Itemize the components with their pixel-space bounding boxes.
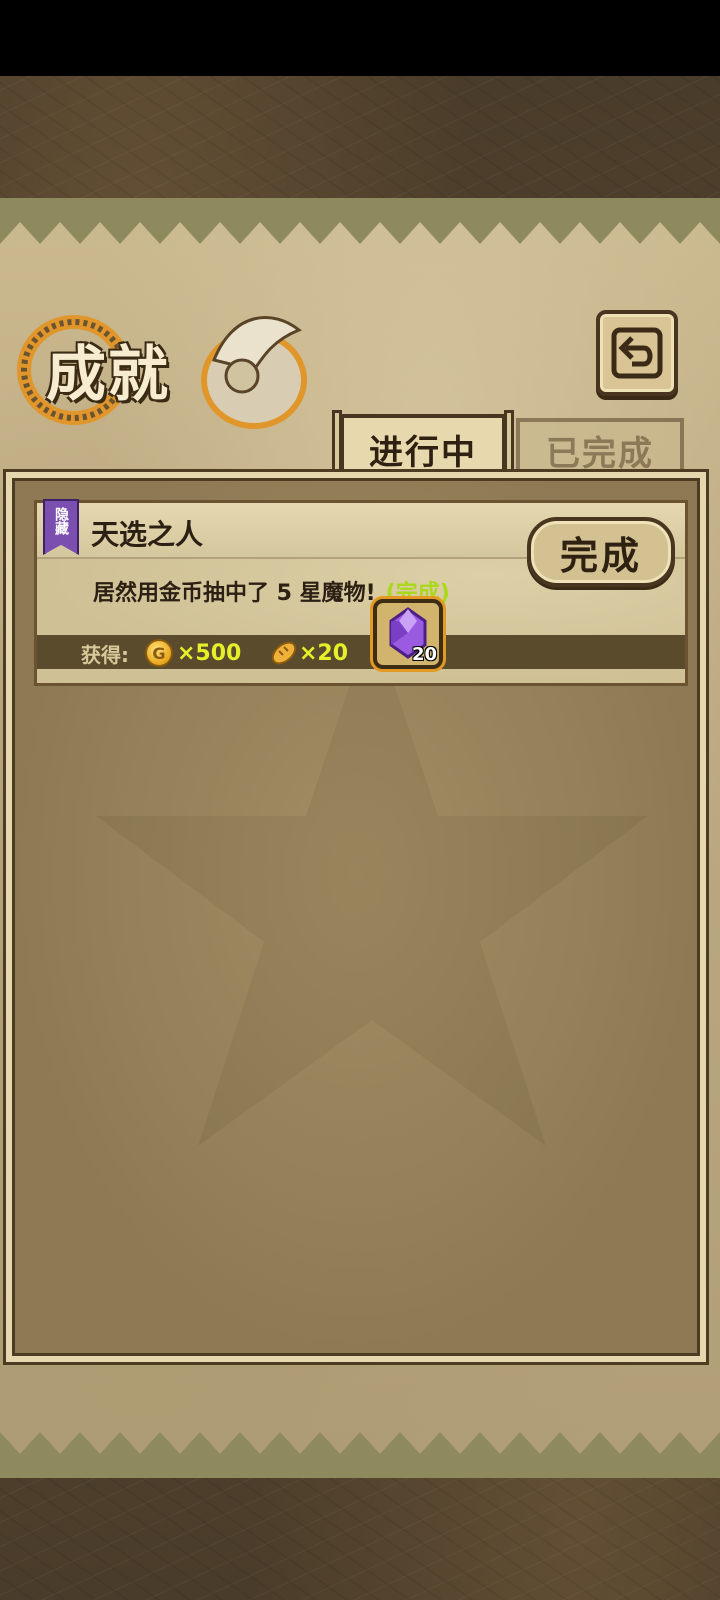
page-title: 成就 — [46, 340, 170, 410]
gem-reward-count: 20 — [411, 644, 437, 665]
zigzag-border-bottom — [0, 1432, 720, 1478]
gold-reward-amount: ×500 — [177, 641, 242, 666]
gem-reward-item[interactable]: 20 — [373, 599, 443, 669]
tab-in-progress-label: 进行中 — [369, 432, 477, 473]
back-button[interactable] — [594, 310, 680, 402]
hidden-badge-text: 隐藏 — [53, 507, 69, 535]
tab-completed-label: 已完成 — [546, 433, 654, 474]
return-arrow-icon — [611, 327, 663, 379]
reward-label: 获得: — [81, 643, 129, 667]
tab-post-right — [504, 410, 514, 480]
achievement-card: 隐藏 天选之人 居然用金币抽中了 5 星魔物! (完成) 完成 获得: G ×50… — [34, 499, 688, 686]
tab-post-left — [332, 410, 342, 480]
status-bar — [0, 0, 720, 76]
zigzag-border-top — [0, 198, 720, 244]
achievement-description-text: 居然用金币抽中了 5 星魔物! — [93, 581, 376, 606]
bread-icon — [271, 641, 297, 665]
tab-in-progress[interactable]: 进行中 — [332, 410, 514, 480]
achievement-name: 天选之人 — [91, 518, 204, 551]
tab-completed[interactable]: 已完成 — [516, 418, 684, 478]
gold-coin-icon: G — [145, 639, 173, 667]
complete-button[interactable]: 完成 — [527, 517, 675, 587]
reward-bar — [37, 635, 685, 669]
food-reward-amount: ×20 — [299, 641, 349, 666]
